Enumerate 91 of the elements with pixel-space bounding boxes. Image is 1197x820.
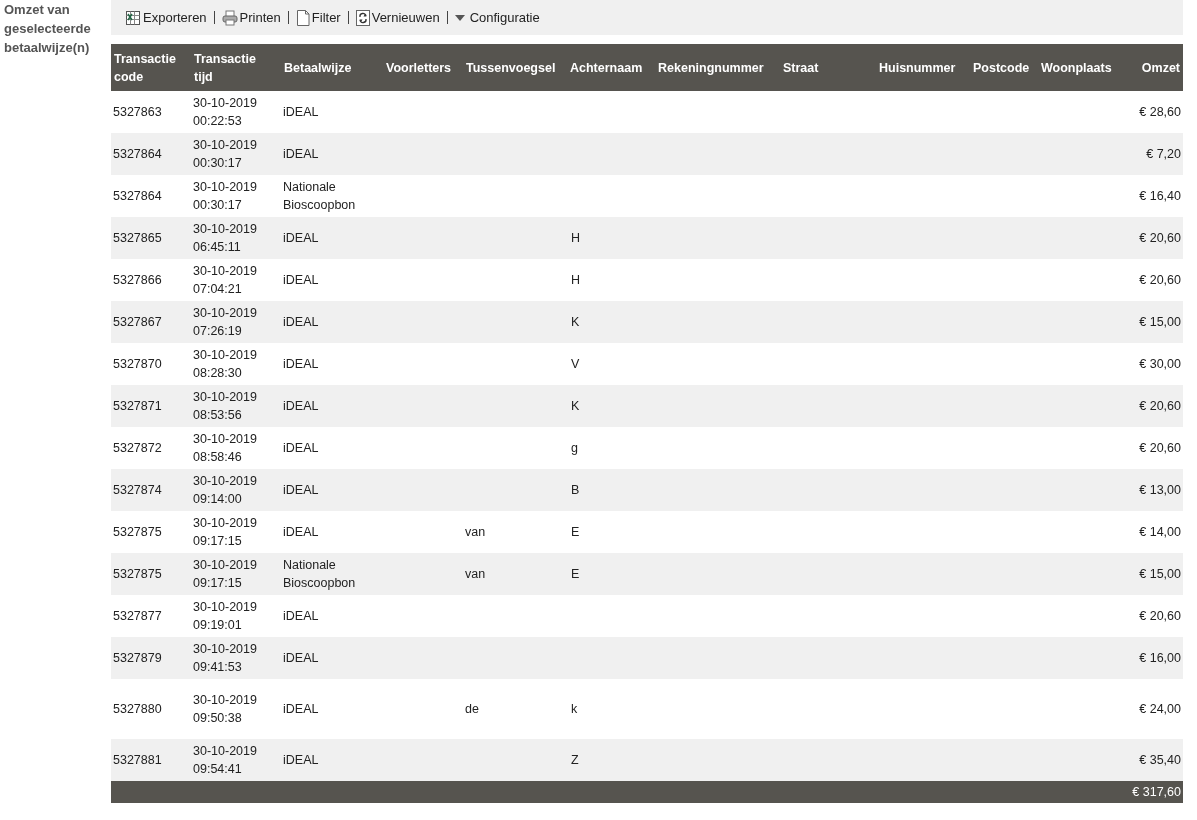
column-header[interactable]: Straat <box>783 58 819 77</box>
dropdown-button[interactable]: Configuratie <box>454 10 540 25</box>
table-cell-text: 5327875 <box>113 524 162 541</box>
table-cell-text: € 28,60 <box>1139 104 1181 121</box>
table-cell-text: 5327870 <box>113 356 162 373</box>
table-cell-text: € 7,20 <box>1146 146 1181 163</box>
table-cell-text: € 24,00 <box>1139 701 1181 718</box>
table-cell-text: K <box>570 314 580 331</box>
table-cell-text: 30-10-2019 09:50:38 <box>193 692 258 727</box>
table-cell-text: iDEAL <box>283 104 319 121</box>
table-cell-text: € 13,00 <box>1139 482 1181 499</box>
table-cell-text: 5327863 <box>113 104 162 121</box>
table-cell-text: 30-10-2019 00:30:17 <box>193 137 258 172</box>
table-cell-text: iDEAL <box>283 440 319 457</box>
table-cell-text: 5327867 <box>113 314 162 331</box>
table-cell-text: € 35,40 <box>1139 752 1181 769</box>
table-cell-text: 30-10-2019 07:26:19 <box>193 305 258 340</box>
page-icon <box>295 9 310 26</box>
toolbar-button[interactable]: Filter <box>295 9 341 26</box>
table-cell-text: iDEAL <box>283 272 319 289</box>
table-cell-text: iDEAL <box>283 398 319 415</box>
table-cell-text: 5327871 <box>113 398 162 415</box>
table-cell-text: iDEAL <box>283 356 319 373</box>
table-cell-text: 30-10-2019 08:28:30 <box>193 347 258 382</box>
table-cell-text: de <box>465 701 479 718</box>
table-cell-text: 5327875 <box>113 566 162 583</box>
table-cell-text: iDEAL <box>283 650 319 667</box>
printer-icon <box>221 9 238 26</box>
table-cell-text: iDEAL <box>283 752 319 769</box>
table-cell-text: iDEAL <box>283 230 319 247</box>
table-cell-text: € 20,60 <box>1139 398 1181 415</box>
table-cell-text: 5327880 <box>113 701 162 718</box>
table-cell-text: € 20,60 <box>1139 440 1181 457</box>
table-cell-text: 30-10-2019 09:14:00 <box>193 473 258 508</box>
table-cell-text: V <box>570 356 580 373</box>
table-cell-text: 5327864 <box>113 146 162 163</box>
table-cell-text: 30-10-2019 09:17:15 <box>193 557 258 592</box>
table-cell-text: E <box>570 524 580 541</box>
table-cell-text: iDEAL <box>283 701 319 718</box>
table-cell-text: € 15,00 <box>1139 314 1181 331</box>
table-cell-text: 5327865 <box>113 230 162 247</box>
toolbar-button[interactable]: Printen <box>221 9 281 26</box>
table-cell-text: iDEAL <box>283 314 319 331</box>
toolbar-button[interactable]: Exporteren <box>125 9 207 26</box>
table-cell-text: Nationale Bioscoopbon <box>283 557 357 592</box>
table-cell-text: 5327866 <box>113 272 162 289</box>
caret-icon <box>454 14 465 21</box>
toolbar-button[interactable]: Vernieuwen <box>355 9 440 26</box>
table-cell-text: 5327879 <box>113 650 162 667</box>
table-cell-text: 30-10-2019 07:04:21 <box>193 263 258 298</box>
table-cell-text: Nationale Bioscoopbon <box>283 179 357 214</box>
table-cell-text: 30-10-2019 09:17:15 <box>193 515 258 550</box>
table-cell-text: 5327874 <box>113 482 162 499</box>
table-cell-text: 30-10-2019 09:54:41 <box>193 743 258 778</box>
table-cell-text: 30-10-2019 09:41:53 <box>193 641 258 676</box>
table-cell-text: 5327872 <box>113 440 162 457</box>
table-cell-text: 5327881 <box>113 752 162 769</box>
refresh-icon <box>355 9 370 26</box>
table-cell-text: H <box>570 230 581 247</box>
table-cell-text: € 16,00 <box>1139 650 1181 667</box>
table-cell-text: k <box>570 701 578 718</box>
table-cell-text: H <box>570 272 581 289</box>
table-cell-text: B <box>570 482 580 499</box>
table-cell-text: 30-10-2019 09:19:01 <box>193 599 258 634</box>
table-cell-text: Z <box>570 752 579 769</box>
table-cell-text: 5327864 <box>113 188 162 205</box>
table-cell-text: E <box>570 566 580 583</box>
table-cell-text: € 30,00 <box>1139 356 1181 373</box>
table-cell-text: 30-10-2019 00:30:17 <box>193 179 258 214</box>
table-cell-text: 30-10-2019 08:53:56 <box>193 389 258 424</box>
table-cell-text: 30-10-2019 08:58:46 <box>193 431 258 466</box>
table-cell-text: 30-10-2019 06:45:11 <box>193 221 258 256</box>
table-cell-text: iDEAL <box>283 608 319 625</box>
table-cell-text: € 16,40 <box>1139 188 1181 205</box>
table-cell-text: € 15,00 <box>1139 566 1181 583</box>
table-cell-text: 30-10-2019 00:22:53 <box>193 95 258 130</box>
table-cell-text: 5327877 <box>113 608 162 625</box>
table-cell-text: € 20,60 <box>1139 608 1181 625</box>
section-title: Omzet van geselecteerde betaalwijze(n) <box>4 1 92 57</box>
total-amount: € 317,60 <box>1132 784 1181 801</box>
table-cell-text: € 14,00 <box>1139 524 1181 541</box>
table-cell-text: € 20,60 <box>1139 230 1181 247</box>
table-cell-text: iDEAL <box>283 482 319 499</box>
table-cell-text: van <box>465 566 486 583</box>
table-cell-text: K <box>570 398 580 415</box>
table-cell-text: € 20,60 <box>1139 272 1181 289</box>
table-cell-text: iDEAL <box>283 146 319 163</box>
table-cell-text: iDEAL <box>283 524 319 541</box>
spreadsheet-icon <box>125 9 141 26</box>
table-cell-text: van <box>465 524 486 541</box>
table-cell-text: g <box>570 440 578 457</box>
